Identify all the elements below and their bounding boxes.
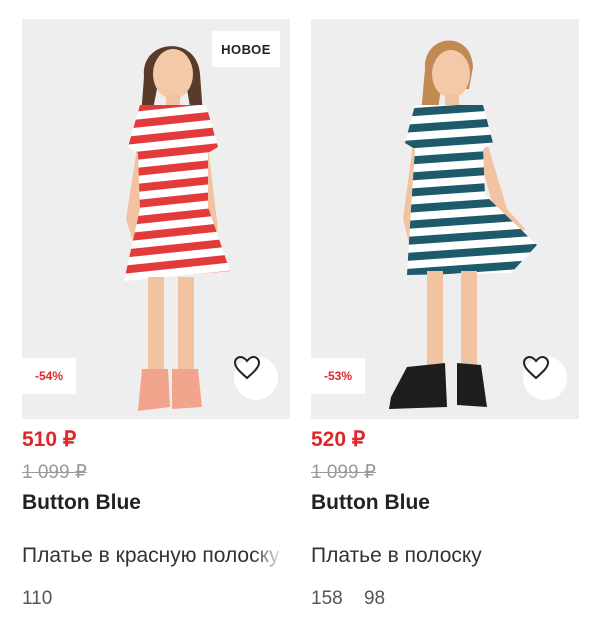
- discount-badge: -54%: [22, 358, 76, 394]
- brand-name[interactable]: Button Blue: [311, 491, 430, 515]
- favorite-button[interactable]: [523, 356, 567, 400]
- size-list: 110: [22, 588, 68, 610]
- product-photo-1[interactable]: НОВОЕ -54%: [22, 19, 290, 419]
- heart-icon: [234, 356, 260, 380]
- current-price: 520 ₽: [311, 428, 366, 451]
- discount-badge: -53%: [311, 358, 365, 394]
- brand-name[interactable]: Button Blue: [22, 491, 141, 515]
- size-list: 158 98: [311, 588, 401, 610]
- heart-icon: [523, 356, 549, 380]
- current-price: 510 ₽: [22, 428, 77, 451]
- product-card-1[interactable]: НОВОЕ -54%: [22, 19, 290, 419]
- product-photo-2[interactable]: -53%: [311, 19, 579, 419]
- old-price: 1 099 ₽: [311, 462, 376, 483]
- old-price: 1 099 ₽: [22, 462, 87, 483]
- new-badge: НОВОЕ: [212, 31, 280, 67]
- product-grid: НОВОЕ -54% -53% 510 ₽ 1 099 ₽ Button Blu…: [0, 0, 600, 619]
- favorite-button[interactable]: [234, 356, 278, 400]
- size-option[interactable]: 110: [22, 588, 52, 609]
- product-title[interactable]: Платье в полоску: [311, 544, 579, 568]
- product-title[interactable]: Платье в красную полоску: [22, 544, 290, 568]
- size-option[interactable]: 98: [364, 588, 385, 609]
- size-option[interactable]: 158: [311, 588, 343, 609]
- product-card-2[interactable]: -53%: [311, 19, 579, 419]
- title-fade: [252, 540, 290, 574]
